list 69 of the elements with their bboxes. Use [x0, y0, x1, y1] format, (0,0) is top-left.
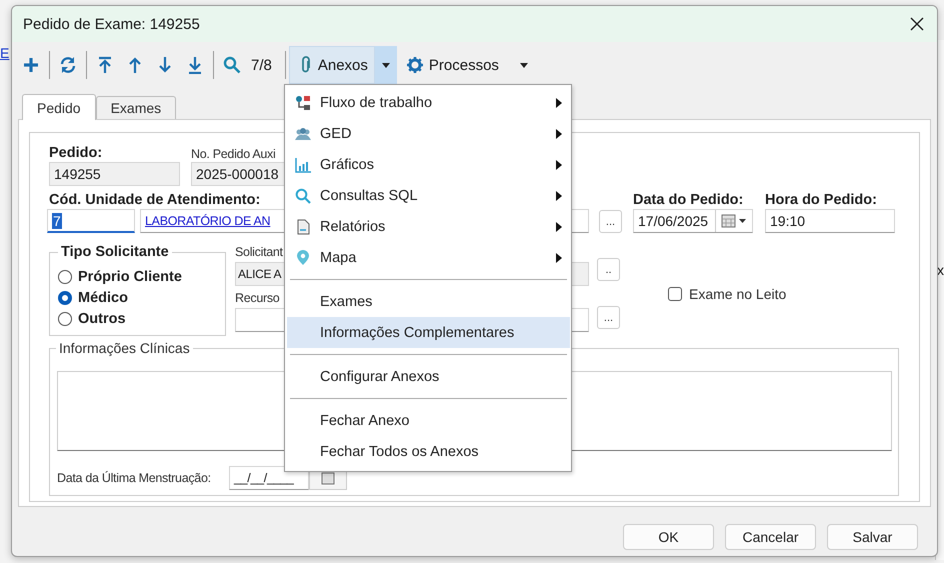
caret-icon — [380, 62, 391, 68]
submenu-arrow-icon — [556, 129, 562, 139]
group-title: Tipo Solicitante — [58, 244, 172, 260]
menu-item[interactable]: Informações Complementares — [287, 317, 570, 348]
field-label: Data do Pedido: — [633, 192, 744, 208]
people-icon — [295, 126, 311, 142]
menu-item[interactable]: Fluxo de trabalho — [287, 87, 570, 118]
gear-icon — [406, 57, 423, 73]
group-title: Informações Clínicas — [56, 340, 193, 356]
map-pin-icon — [295, 250, 311, 266]
lookup-button[interactable]: ... — [597, 306, 620, 329]
date-field[interactable]: __/__/____ — [229, 466, 309, 490]
workflow-icon — [295, 95, 311, 111]
menu-button[interactable]: Anexos — [288, 46, 375, 84]
tab[interactable]: Pedido — [22, 94, 96, 120]
lookup-button[interactable]: ... — [599, 210, 622, 233]
radio-option[interactable]: Próprio Cliente — [58, 266, 182, 287]
time-field[interactable]: 19:10 — [765, 209, 895, 233]
down-arrow-icon — [156, 56, 174, 74]
link[interactable]: E — [0, 45, 10, 61]
order-number-field: 149255 — [49, 162, 180, 186]
calendar-icon — [321, 472, 335, 484]
close-button[interactable] — [909, 16, 925, 32]
radio-option[interactable]: Médico — [58, 287, 128, 308]
menu-item[interactable]: Relatórios — [287, 211, 570, 242]
field-label: Recurso — [235, 291, 280, 305]
search-icon — [223, 56, 241, 74]
calendar-dropdown-icon — [721, 214, 747, 228]
submenu-arrow-icon — [556, 98, 562, 108]
menu-item[interactable]: Gráficos — [287, 149, 570, 180]
menu-button[interactable]: Processos — [396, 46, 535, 84]
paperclip-icon — [300, 56, 312, 74]
plus-icon — [22, 56, 40, 74]
submenu-arrow-icon — [556, 160, 562, 170]
dropdown-button[interactable] — [374, 46, 397, 84]
menu-item[interactable]: Consultas SQL — [287, 180, 570, 211]
search-icon — [295, 188, 311, 204]
checkbox[interactable]: Exame no Leito — [668, 286, 786, 302]
field-label: Solicitant — [235, 245, 283, 259]
field-label: No. Pedido Auxi — [191, 147, 276, 161]
lookup-button[interactable]: .. — [597, 258, 620, 281]
field-label: Pedido: — [49, 145, 102, 161]
dialog-button[interactable]: OK — [623, 524, 714, 550]
arrow-to-top-icon — [96, 56, 114, 74]
arrow-to-bottom-icon — [186, 56, 204, 74]
field-label: Data da Última Menstruação: — [57, 471, 212, 485]
document-icon — [295, 219, 311, 235]
submenu-arrow-icon — [556, 191, 562, 201]
window-title: Pedido de Exame: 149255 — [23, 16, 200, 32]
submenu-arrow-icon — [556, 222, 562, 232]
code-field[interactable]: 7 — [47, 209, 135, 233]
date-field[interactable]: 17/06/2025 — [633, 209, 753, 233]
refresh-icon — [59, 56, 77, 74]
menu-item[interactable]: Fechar Todos os Anexos — [287, 436, 570, 467]
bar-chart-icon — [295, 157, 311, 173]
submenu-arrow-icon — [556, 253, 562, 263]
radio-option[interactable]: Outros — [58, 308, 126, 329]
tab[interactable]: Exames — [96, 96, 176, 119]
record-counter: 7/8 — [250, 56, 273, 74]
dialog-button[interactable]: Cancelar — [725, 524, 816, 550]
menu-item[interactable]: GED — [287, 118, 570, 149]
close-icon — [909, 16, 925, 32]
dialog-button[interactable]: Salvar — [827, 524, 918, 550]
field-label: Cód. Unidade de Atendimento: — [49, 192, 260, 208]
menu-item[interactable]: Configurar Anexos — [287, 361, 570, 392]
menu-item[interactable]: Mapa — [287, 242, 570, 273]
field-label: Hora do Pedido: — [765, 192, 877, 208]
menu-item[interactable]: Fechar Anexo — [287, 405, 570, 436]
menu-item[interactable]: Exames — [287, 286, 570, 317]
